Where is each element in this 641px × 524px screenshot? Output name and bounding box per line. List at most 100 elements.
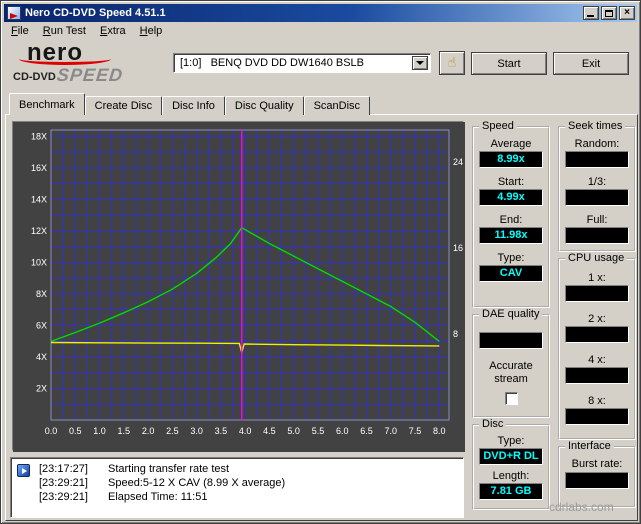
- maximize-icon: [605, 9, 613, 17]
- tab-benchmark[interactable]: Benchmark: [9, 93, 85, 115]
- seek-full-value: [565, 227, 629, 244]
- drive-selector[interactable]: [1:0] BENQ DVD DD DW1640 BSLB: [173, 53, 431, 73]
- speed-start-label: Start:: [497, 176, 525, 188]
- burst-rate-label: Burst rate:: [571, 458, 623, 470]
- speed-panel: Speed Average 8.99x Start: 4.99x End: 11…: [472, 120, 550, 308]
- svg-text:2.5: 2.5: [166, 426, 179, 436]
- close-button[interactable]: ×: [619, 6, 635, 20]
- seek-random-value: [565, 151, 629, 168]
- burst-rate-value: [565, 472, 629, 489]
- disc-type-value: DVD+R DL: [479, 448, 543, 465]
- window-title: Nero CD-DVD Speed 4.51.1: [25, 7, 166, 19]
- close-icon: ×: [624, 7, 630, 18]
- svg-text:3.0: 3.0: [190, 426, 203, 436]
- svg-text:5.0: 5.0: [287, 426, 300, 436]
- tab-strip: Benchmark Create Disc Disc Info Disc Qua…: [9, 93, 371, 115]
- log-timestamp: [23:29:21]: [39, 477, 88, 489]
- accurate-stream-label: Accurate stream: [489, 360, 533, 385]
- exit-button[interactable]: Exit: [553, 52, 629, 75]
- cpu-2x-value: [565, 326, 629, 343]
- speed-panel-title: Speed: [479, 120, 517, 132]
- cpu-4x-label: 4 x:: [588, 354, 606, 366]
- svg-text:0.0: 0.0: [45, 426, 58, 436]
- title-bar[interactable]: Nero CD-DVD Speed 4.51.1 ×: [4, 4, 637, 22]
- svg-text:16: 16: [453, 243, 463, 253]
- nero-logo-swoosh: [19, 53, 111, 65]
- svg-text:14X: 14X: [31, 194, 47, 204]
- svg-text:10X: 10X: [31, 257, 47, 267]
- disc-panel: Disc Type: DVD+R DL Length: 7.81 GB: [472, 418, 550, 510]
- nero-logo-speed: SPEED: [56, 65, 125, 85]
- interface-title: Interface: [565, 440, 614, 452]
- maximize-button[interactable]: [601, 6, 617, 20]
- interface-panel: Interface Burst rate:: [558, 440, 636, 508]
- nero-logo-cddvd: CD-DVD: [13, 71, 56, 83]
- speed-average-value: 8.99x: [479, 151, 543, 168]
- tab-create-disc[interactable]: Create Disc: [84, 96, 163, 115]
- start-button[interactable]: Start: [471, 52, 547, 75]
- disc-type-label: Type:: [497, 435, 525, 447]
- drive-dropdown-button[interactable]: [412, 56, 428, 70]
- seek-third-value: [565, 189, 629, 206]
- log-line: [23:29:21] Speed:5-12 X CAV (8.99 X aver…: [11, 477, 463, 491]
- svg-text:0.5: 0.5: [69, 426, 82, 436]
- menu-extra[interactable]: Extra: [93, 23, 133, 39]
- speed-end-label: End:: [499, 214, 523, 226]
- speed-end-value: 11.98x: [479, 227, 543, 244]
- svg-text:8X: 8X: [36, 289, 47, 299]
- svg-text:7.0: 7.0: [384, 426, 397, 436]
- hand-icon: ☝: [447, 55, 457, 71]
- test-log: [23:17:27] Starting transfer rate test […: [10, 457, 464, 518]
- menu-run-test[interactable]: Run Test: [36, 23, 93, 39]
- menu-file[interactable]: File: [4, 23, 36, 39]
- tab-disc-quality[interactable]: Disc Quality: [224, 96, 304, 115]
- cpu-usage-panel: CPU usage 1 x: 2 x: 4 x: 8 x:: [558, 252, 636, 440]
- svg-text:3.5: 3.5: [215, 426, 228, 436]
- drive-selected-value: [1:0] BENQ DVD DD DW1640 BSLB: [180, 57, 365, 69]
- cpu-2x-label: 2 x:: [588, 313, 606, 325]
- svg-text:7.5: 7.5: [409, 426, 422, 436]
- seek-third-label: 1/3:: [587, 176, 607, 188]
- svg-text:6X: 6X: [36, 320, 47, 330]
- tab-scandisc[interactable]: ScanDisc: [303, 96, 371, 115]
- tab-disc-info[interactable]: Disc Info: [162, 96, 225, 115]
- disc-length-value: 7.81 GB: [479, 483, 543, 500]
- seek-times-title: Seek times: [565, 120, 626, 132]
- dae-quality-title: DAE quality: [479, 308, 543, 320]
- log-line: [23:29:21] Elapsed Time: 11:51: [11, 491, 463, 505]
- menu-help[interactable]: Help: [133, 23, 170, 39]
- svg-text:1.0: 1.0: [93, 426, 106, 436]
- svg-text:16X: 16X: [31, 163, 47, 173]
- drive-info-button[interactable]: ☝: [439, 51, 465, 75]
- accurate-stream-checkbox[interactable]: [505, 392, 518, 405]
- nero-logo: nero CD-DVD SPEED: [11, 39, 166, 91]
- seek-times-panel: Seek times Random: 1/3: Full:: [558, 120, 636, 252]
- cpu-8x-value: [565, 408, 629, 425]
- minimize-button[interactable]: [583, 6, 599, 20]
- log-message: Starting transfer rate test: [108, 463, 230, 475]
- svg-text:5.5: 5.5: [312, 426, 325, 436]
- svg-text:4.0: 4.0: [239, 426, 252, 436]
- app-window: Nero CD-DVD Speed 4.51.1 × File Run Test…: [0, 0, 641, 524]
- transfer-rate-chart: 0.0 0.5 1.0 1.5 2.0 2.5 3.0 3.5 4.0 4.5 5.0 5.5 6.0 6…: [12, 121, 465, 452]
- cpu-1x-value: [565, 285, 629, 302]
- cpu-usage-title: CPU usage: [565, 252, 628, 264]
- svg-text:4X: 4X: [36, 352, 47, 362]
- cpu-8x-label: 8 x:: [588, 395, 606, 407]
- svg-text:8: 8: [453, 329, 458, 339]
- minimize-icon: [587, 15, 594, 17]
- app-icon: [7, 6, 21, 20]
- speed-type-label: Type:: [497, 252, 525, 264]
- svg-text:24: 24: [453, 157, 463, 167]
- log-message: Speed:5-12 X CAV (8.99 X average): [108, 477, 286, 489]
- dae-quality-value: [479, 332, 543, 349]
- log-message: Elapsed Time: 11:51: [108, 491, 208, 503]
- seek-full-label: Full:: [586, 214, 608, 226]
- menu-bar: File Run Test Extra Help: [4, 22, 637, 40]
- seek-random-label: Random:: [574, 138, 620, 150]
- dae-quality-panel: DAE quality Accurate stream: [472, 308, 550, 418]
- speed-average-label: Average: [490, 138, 532, 150]
- cpu-4x-value: [565, 367, 629, 384]
- svg-text:2X: 2X: [36, 383, 47, 393]
- speed-type-value: CAV: [479, 265, 543, 282]
